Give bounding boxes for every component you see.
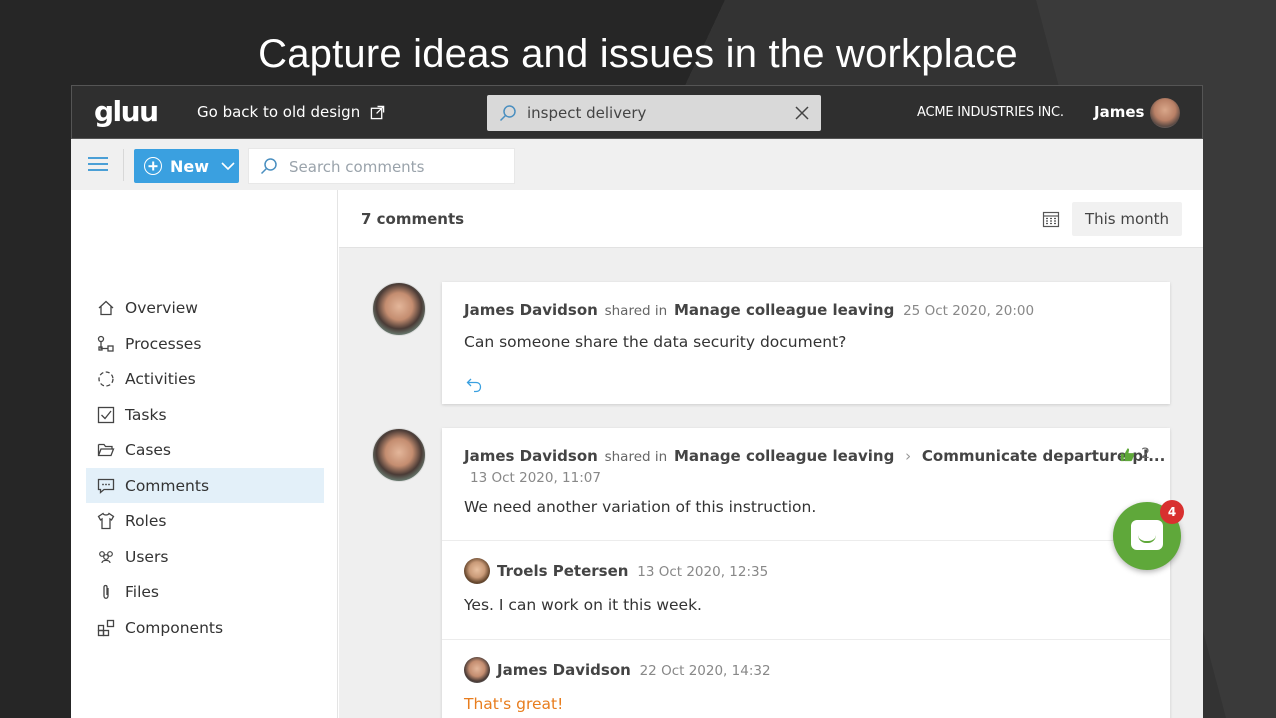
comment-text: Can someone share the data security docu… — [464, 333, 847, 351]
company-name[interactable]: ACME INDUSTRIES INC. — [917, 105, 1064, 120]
search-icon — [499, 105, 516, 122]
global-search-input[interactable] — [527, 102, 787, 124]
global-search[interactable] — [487, 95, 821, 131]
sidebar-item-users[interactable]: Users — [86, 539, 324, 574]
close-icon[interactable] — [793, 104, 811, 122]
hero-title: Capture ideas and issues in the workplac… — [258, 32, 1018, 76]
like-count: 2 — [1141, 446, 1150, 462]
comment-count: 7 comments — [361, 210, 465, 228]
reply-text: Yes. I can work on it this week. — [464, 596, 702, 614]
sidebar-item-files[interactable]: Files — [86, 574, 324, 609]
avatar[interactable] — [372, 428, 426, 482]
comment-timestamp: 25 Oct 2020, 20:00 — [903, 303, 1035, 319]
comment-meta: James Davidson shared in Manage colleagu… — [464, 447, 1165, 465]
sidebar-item-label: Files — [125, 582, 160, 601]
sidebar-item-label: Components — [125, 618, 224, 637]
period-filter-button[interactable]: This month — [1072, 202, 1182, 236]
divider — [123, 149, 124, 181]
reply-author[interactable]: Troels Petersen — [497, 562, 628, 580]
sidebar-item-label: Comments — [125, 476, 210, 495]
comment-timestamp: 13 Oct 2020, 11:07 — [470, 470, 601, 486]
comment-card: James Davidson shared in Manage colleagu… — [442, 428, 1170, 718]
shared-in-label: shared in — [604, 303, 668, 319]
sidebar-item-tasks[interactable]: Tasks — [86, 397, 324, 432]
reply-timestamp: 22 Oct 2020, 14:32 — [639, 663, 771, 679]
comment-search[interactable] — [248, 148, 515, 184]
reply-icon[interactable] — [466, 377, 482, 393]
comment-author[interactable]: James Davidson — [464, 301, 598, 319]
comment-meta: James Davidson shared in Manage colleagu… — [464, 301, 1034, 319]
sidebar-item-comments[interactable]: Comments — [86, 468, 324, 503]
sidebar-item-label: Processes — [125, 334, 202, 353]
sidebar-item-label: Cases — [125, 440, 172, 459]
sidebar-item-components[interactable]: Components — [86, 610, 324, 645]
checkbox-icon — [97, 406, 115, 423]
avatar[interactable] — [464, 558, 490, 584]
sidebar-item-processes[interactable]: Processes — [86, 326, 324, 361]
thumbs-up-icon — [1121, 447, 1135, 461]
chevron-right-icon: › — [905, 447, 912, 465]
process-link[interactable]: Manage colleague leaving — [674, 447, 894, 465]
reply-meta: Troels Petersen 13 Oct 2020, 12:35 — [497, 562, 768, 580]
sidebar-item-activities[interactable]: Activities — [86, 361, 324, 396]
user-name[interactable]: James — [1094, 103, 1144, 121]
comment-icon — [97, 478, 115, 494]
like-button[interactable]: 2 — [1120, 446, 1150, 462]
sidebar-item-label: Tasks — [125, 405, 167, 424]
process-link[interactable]: Manage colleague leaving — [674, 301, 894, 319]
sidebar: Overview Processes Activities Tasks Case… — [71, 190, 338, 718]
old-design-label: Go back to old design — [197, 103, 361, 121]
sidebar-item-overview[interactable]: Overview — [86, 290, 324, 325]
reply-timestamp: 13 Oct 2020, 12:35 — [637, 564, 769, 580]
avatar[interactable] — [372, 282, 426, 336]
sidebar-item-cases[interactable]: Cases — [86, 432, 324, 467]
new-button[interactable]: New — [134, 149, 239, 183]
home-icon — [98, 300, 114, 315]
logo[interactable]: gluu — [94, 95, 159, 128]
process-icon — [97, 335, 114, 352]
sidebar-item-label: Users — [125, 547, 169, 566]
folder-icon — [97, 443, 115, 456]
plus-icon — [144, 157, 162, 175]
external-link-icon — [370, 105, 385, 119]
sidebar-item-label: Overview — [125, 298, 198, 317]
reply-text: That's great! — [464, 695, 564, 713]
avatar[interactable] — [1150, 98, 1180, 128]
reply-author[interactable]: James Davidson — [497, 661, 631, 679]
menu-icon[interactable] — [88, 157, 108, 173]
chevron-down-icon — [221, 162, 235, 171]
main-header: 7 comments This month — [339, 190, 1203, 248]
toolbar: New — [71, 139, 1203, 190]
activity-icon — [98, 370, 114, 387]
divider — [442, 639, 1170, 640]
shared-in-label: shared in — [604, 449, 668, 465]
chat-badge: 4 — [1160, 500, 1184, 524]
new-button-label: New — [170, 156, 210, 176]
reply-meta: James Davidson 22 Oct 2020, 14:32 — [497, 661, 771, 679]
comment-feed: James Davidson shared in Manage colleagu… — [339, 248, 1203, 718]
comment-search-input[interactable] — [289, 156, 504, 178]
comment-meta: 13 Oct 2020, 11:07 — [470, 468, 601, 486]
old-design-link[interactable]: Go back to old design — [197, 103, 385, 121]
paperclip-icon — [103, 584, 109, 599]
sidebar-item-label: Roles — [125, 511, 167, 530]
components-icon — [97, 619, 115, 636]
search-icon — [260, 158, 277, 175]
sidebar-item-label: Activities — [125, 369, 196, 388]
avatar[interactable] — [464, 657, 490, 683]
comment-author[interactable]: James Davidson — [464, 447, 598, 465]
divider — [442, 540, 1170, 541]
shirt-icon — [97, 512, 115, 529]
calendar-icon[interactable] — [1042, 210, 1060, 228]
comment-card: James Davidson shared in Manage colleagu… — [442, 282, 1170, 404]
comment-text: We need another variation of this instru… — [464, 498, 817, 516]
app-window: gluu Go back to old design ACME INDUSTRI… — [71, 85, 1203, 718]
users-icon — [99, 550, 113, 563]
sidebar-item-roles[interactable]: Roles — [86, 503, 324, 538]
chat-icon — [1131, 520, 1163, 550]
top-bar: gluu Go back to old design ACME INDUSTRI… — [71, 85, 1203, 139]
